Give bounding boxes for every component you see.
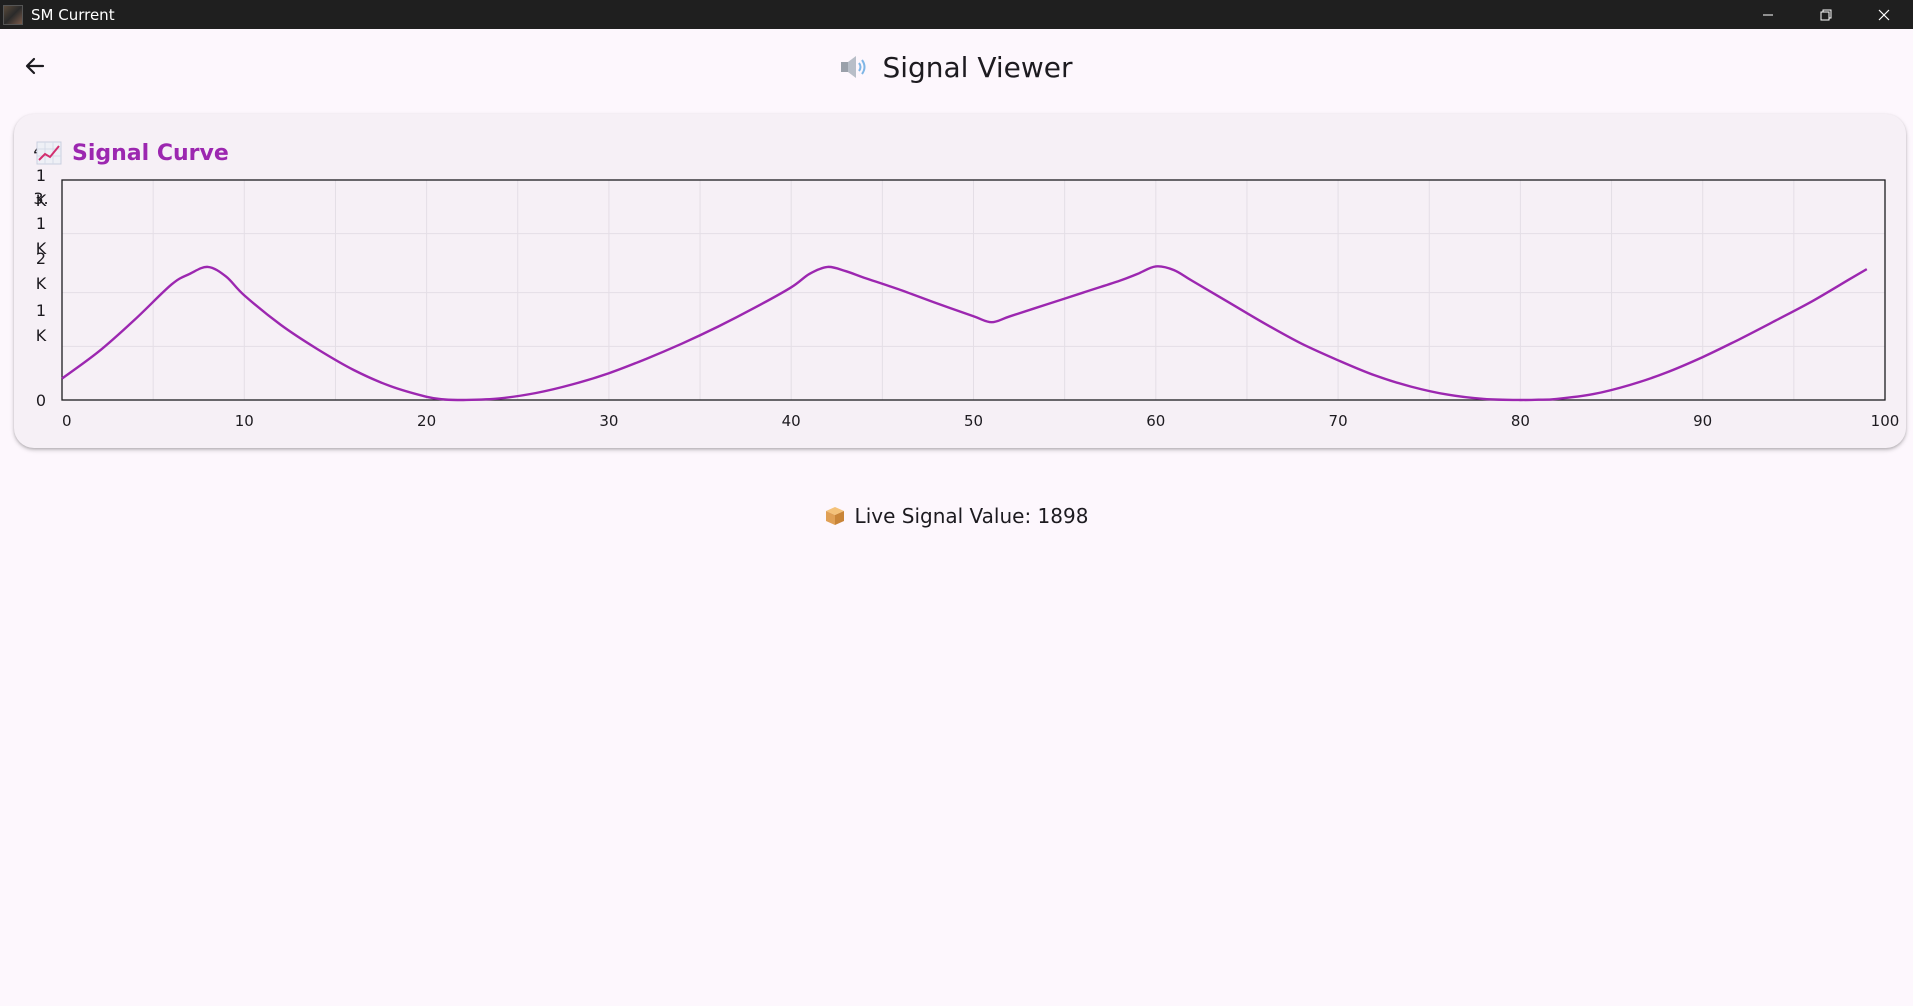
x-tick-label: 60: [1146, 412, 1165, 430]
x-tick-label: 80: [1511, 412, 1530, 430]
speaker-icon: [841, 56, 866, 78]
package-icon: [825, 507, 844, 525]
window-titlebar: SM Current: [0, 0, 1913, 29]
x-tick-label: 50: [964, 412, 983, 430]
page-title: Signal Viewer: [882, 50, 1073, 84]
chart-grid: [62, 180, 1885, 400]
x-axis-ticks: 0 10 20 30 40 50 60 70 80 90 100: [62, 412, 1899, 430]
minimize-button[interactable]: [1739, 0, 1797, 29]
x-tick-label: 0: [62, 412, 72, 430]
minimize-icon: [1763, 14, 1773, 15]
x-tick-label: 70: [1329, 412, 1348, 430]
chart-increasing-icon: [36, 141, 62, 165]
x-tick-label: 10: [235, 412, 254, 430]
signal-curve-card: 4.1K3.1K2K1K0 0102030405060708090100 Sig…: [14, 114, 1906, 448]
signal-chart: 4.1K3.1K2K1K0 0102030405060708090100: [33, 141, 1899, 430]
close-icon: [1878, 9, 1890, 20]
window-controls: [1739, 0, 1913, 29]
app-bar: Signal Viewer: [0, 29, 1913, 103]
x-tick-label: 20: [417, 412, 436, 430]
restore-button[interactable]: [1797, 0, 1855, 29]
live-signal-row: Live Signal Value: 1898: [0, 503, 1913, 529]
card-title: Signal Curve: [72, 140, 229, 166]
y-tick-label: 2K: [36, 249, 47, 293]
x-tick-label: 90: [1693, 412, 1712, 430]
y-tick-label: 3. 1 K: [33, 189, 48, 258]
y-axis-ticks: 4.1K3.1K2K1K0: [33, 141, 48, 410]
signal-series-line: [61, 265, 1868, 402]
card-header: Signal Curve: [36, 138, 229, 168]
page-title-group: Signal Viewer: [0, 49, 1913, 85]
restore-icon: [1820, 9, 1832, 20]
x-tick-label: 100: [1871, 412, 1900, 430]
app-icon: [3, 4, 23, 25]
x-tick-label: 40: [782, 412, 801, 430]
y-tick-label: 0: [36, 391, 46, 410]
live-signal-value: Live Signal Value: 1898: [854, 504, 1089, 528]
y-tick-label: 1K: [36, 301, 47, 345]
window-title: SM Current: [31, 5, 115, 24]
x-tick-label: 30: [599, 412, 618, 430]
close-button[interactable]: [1855, 0, 1913, 29]
